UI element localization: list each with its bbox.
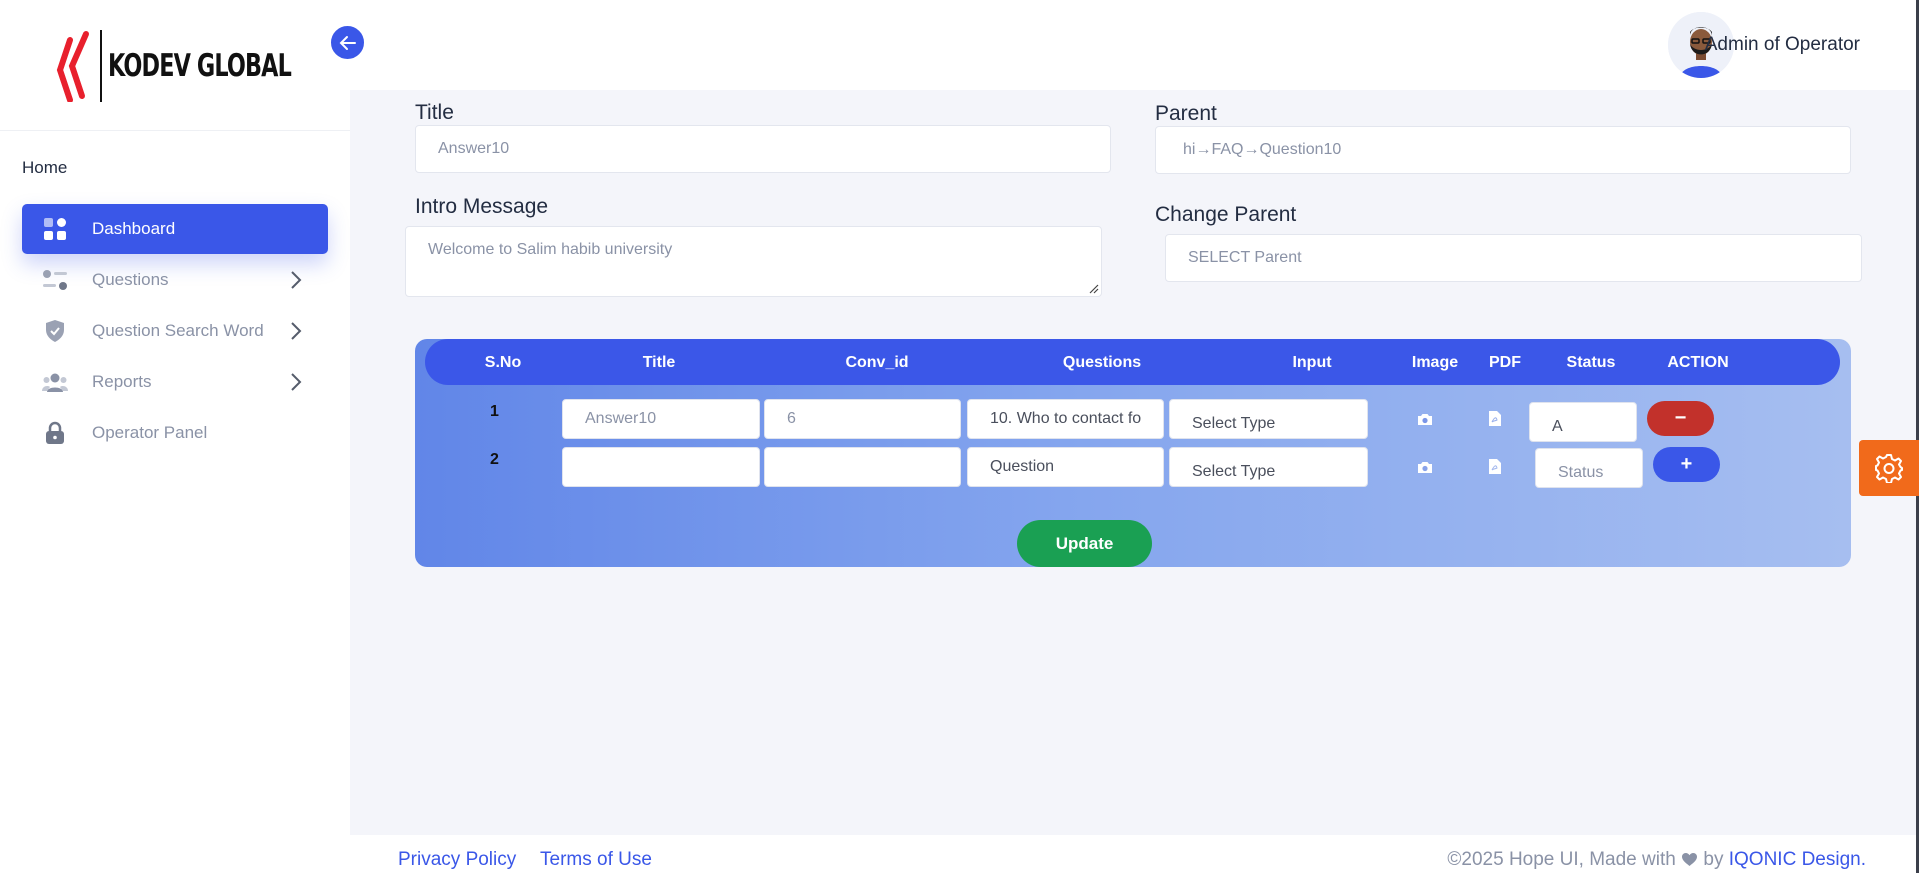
sidebar-collapse-button[interactable] [329, 24, 366, 61]
column-header-status: Status [1566, 354, 1616, 371]
copyright-text: ©2025 Hope UI, Made with by IQONIC Desig… [1447, 849, 1866, 871]
lock-icon [42, 420, 68, 446]
sidebar-nav: Dashboard Questions Question Search Word… [22, 204, 328, 459]
row-conv-id-input[interactable] [764, 447, 961, 487]
column-header-conv-id: Conv_id [845, 354, 909, 371]
row-status-input[interactable]: Status [1535, 448, 1643, 488]
sidebar-item-questions[interactable]: Questions [22, 255, 328, 305]
chevron-right-icon [290, 321, 302, 346]
sliders-icon [42, 267, 68, 293]
row-sno: 2 [490, 451, 499, 468]
column-header-sno: S.No [484, 354, 522, 371]
sidebar-item-label: Questions [92, 270, 169, 289]
iqonic-design-link[interactable]: IQONIC Design. [1729, 849, 1866, 870]
row-title-input[interactable] [562, 447, 760, 487]
pdf-file-icon[interactable] [1486, 457, 1504, 475]
column-header-image: Image [1411, 354, 1459, 371]
row-title-input[interactable]: Answer10 [562, 399, 760, 439]
sidebar-item-label: Operator Panel [92, 423, 208, 442]
heart-icon [1682, 853, 1698, 866]
user-name[interactable]: Admin of Operator [1705, 34, 1860, 56]
brand-logo[interactable]: KODEV GLOBAL [56, 30, 362, 102]
row-conv-id-input[interactable]: 6 [764, 399, 961, 439]
intro-message-textarea[interactable]: Welcome to Salim habib university [405, 226, 1102, 297]
sidebar-item-dashboard[interactable]: Dashboard [22, 204, 328, 254]
row-input-type-select[interactable]: Select Type [1169, 447, 1368, 487]
parent-label: Parent [1155, 102, 1217, 125]
camera-icon[interactable] [1416, 458, 1434, 476]
parent-input[interactable]: hi→FAQ→Question10 [1155, 126, 1851, 174]
chevron-right-icon [290, 372, 302, 397]
terms-of-use-link[interactable]: Terms of Use [540, 849, 652, 871]
brand-mark-icon [56, 31, 89, 102]
table-header: S.No Title Conv_id Questions Input Image… [425, 339, 1840, 385]
copyright-prefix: ©2025 Hope UI, Made with [1447, 849, 1676, 870]
column-header-title: Title [642, 354, 676, 371]
sidebar-section-home: Home [22, 158, 68, 177]
column-header-input: Input [1292, 354, 1332, 371]
intro-message-label: Intro Message [415, 195, 549, 218]
gear-icon [1875, 454, 1903, 483]
arrow-left-icon [339, 35, 356, 50]
dashboard-grid-icon [42, 216, 68, 242]
copyright-by: by [1703, 849, 1724, 870]
settings-button[interactable] [1859, 440, 1919, 496]
row-sno: 1 [490, 403, 499, 420]
column-header-pdf: PDF [1489, 354, 1521, 371]
footer: Privacy Policy Terms of Use ©2025 Hope U… [350, 835, 1916, 873]
pdf-file-icon[interactable] [1486, 409, 1504, 427]
resize-handle-icon[interactable] [1088, 283, 1099, 294]
shield-check-icon [42, 318, 68, 344]
brand-logo-text: KODEV GLOBAL [108, 47, 292, 84]
row-question-input[interactable]: 10. Who to contact fo [967, 399, 1164, 439]
row-question-input[interactable]: Question [967, 447, 1164, 487]
sidebar-item-reports[interactable]: Reports [22, 357, 328, 407]
intro-message-text: Welcome to Salim habib university [428, 241, 673, 258]
chevron-right-icon [290, 270, 302, 295]
sidebar-item-operator-panel[interactable]: Operator Panel [22, 408, 328, 458]
remove-row-button[interactable]: − [1647, 401, 1714, 436]
sidebar-item-label: Question Search Word [92, 321, 264, 340]
sidebar-item-label: Reports [92, 372, 152, 391]
add-row-button[interactable]: + [1653, 447, 1720, 482]
logo-area: KODEV GLOBAL [0, 0, 350, 131]
sidebar-item-question-search-word[interactable]: Question Search Word [22, 306, 328, 356]
title-label: Title [415, 101, 454, 124]
top-header: Admin of Operator [350, 0, 1916, 90]
change-parent-label: Change Parent [1155, 203, 1297, 226]
questions-table-panel: S.No Title Conv_id Questions Input Image… [415, 339, 1851, 567]
privacy-policy-link[interactable]: Privacy Policy [398, 849, 516, 871]
update-button[interactable]: Update [1017, 520, 1152, 567]
column-header-action: ACTION [1667, 354, 1729, 371]
change-parent-select[interactable]: SELECT Parent [1165, 234, 1862, 282]
row-input-type-select[interactable]: Select Type [1169, 399, 1368, 439]
title-input[interactable]: Answer10 [415, 125, 1111, 173]
camera-icon[interactable] [1416, 410, 1434, 428]
column-header-questions: Questions [1062, 354, 1142, 371]
logo-divider [100, 30, 102, 102]
users-group-icon [42, 369, 68, 395]
sidebar: KODEV GLOBAL Home Dashboard Questions Qu… [0, 0, 350, 873]
row-status-input[interactable]: A [1529, 402, 1637, 442]
sidebar-item-label: Dashboard [92, 219, 176, 238]
